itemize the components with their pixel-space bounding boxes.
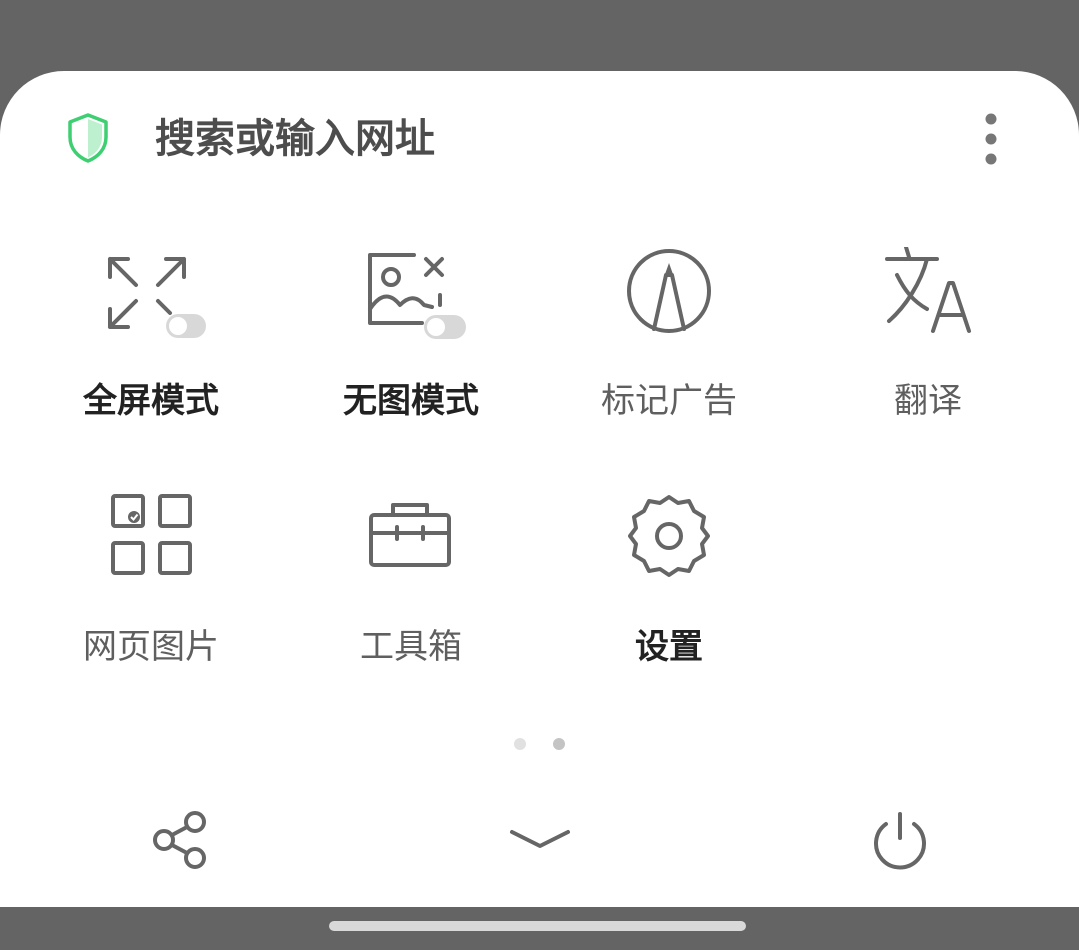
menu-item-toolbox[interactable]: 工具箱 [281,493,541,693]
settings-icon [628,495,710,577]
web-images-icon [111,494,192,575]
menu-label-fullscreen: 全屏模式 [83,381,219,421]
pager-dot-2[interactable] [553,738,565,750]
menu-item-fullscreen[interactable]: 全屏模式 [21,247,281,447]
address-input[interactable]: 搜索或输入网址 [155,111,435,167]
menu-label-settings: 设置 [635,627,703,667]
menu-label-translate: 翻译 [894,381,962,421]
menu-item-settings[interactable]: 设置 [539,493,799,693]
pager [0,736,1079,752]
menu-item-web-images[interactable]: 网页图片 [21,493,281,693]
pager-dot-1[interactable] [514,738,526,750]
toolbox-icon [369,503,451,567]
menu-sheet: 搜索或输入网址 全屏模式 无图模式 标记广告 翻译 网页图片 工具箱 设置 [0,71,1079,907]
power-icon[interactable] [860,802,940,882]
fullscreen-toggle-icon [108,257,206,338]
menu-label-web-images: 网页图片 [83,627,219,667]
menu-item-translate[interactable]: 翻译 [798,247,1058,447]
shield-icon [68,113,108,163]
translate-icon [885,247,971,333]
no-image-toggle-icon [368,253,466,339]
share-icon[interactable] [140,802,220,882]
menu-label-no-image: 无图模式 [343,381,479,421]
menu-item-mark-ad[interactable]: 标记广告 [539,247,799,447]
menu-label-toolbox: 工具箱 [360,627,462,667]
mark-ad-icon [627,249,711,333]
screen: 搜索或输入网址 全屏模式 无图模式 标记广告 翻译 网页图片 工具箱 设置 [0,0,1079,950]
collapse-icon[interactable] [500,802,580,882]
menu-item-no-image[interactable]: 无图模式 [281,247,541,447]
home-indicator[interactable] [329,921,746,931]
more-vertical-icon[interactable] [974,111,1008,167]
address-bar[interactable]: 搜索或输入网址 [0,71,1079,206]
menu-label-mark-ad: 标记广告 [601,381,737,421]
